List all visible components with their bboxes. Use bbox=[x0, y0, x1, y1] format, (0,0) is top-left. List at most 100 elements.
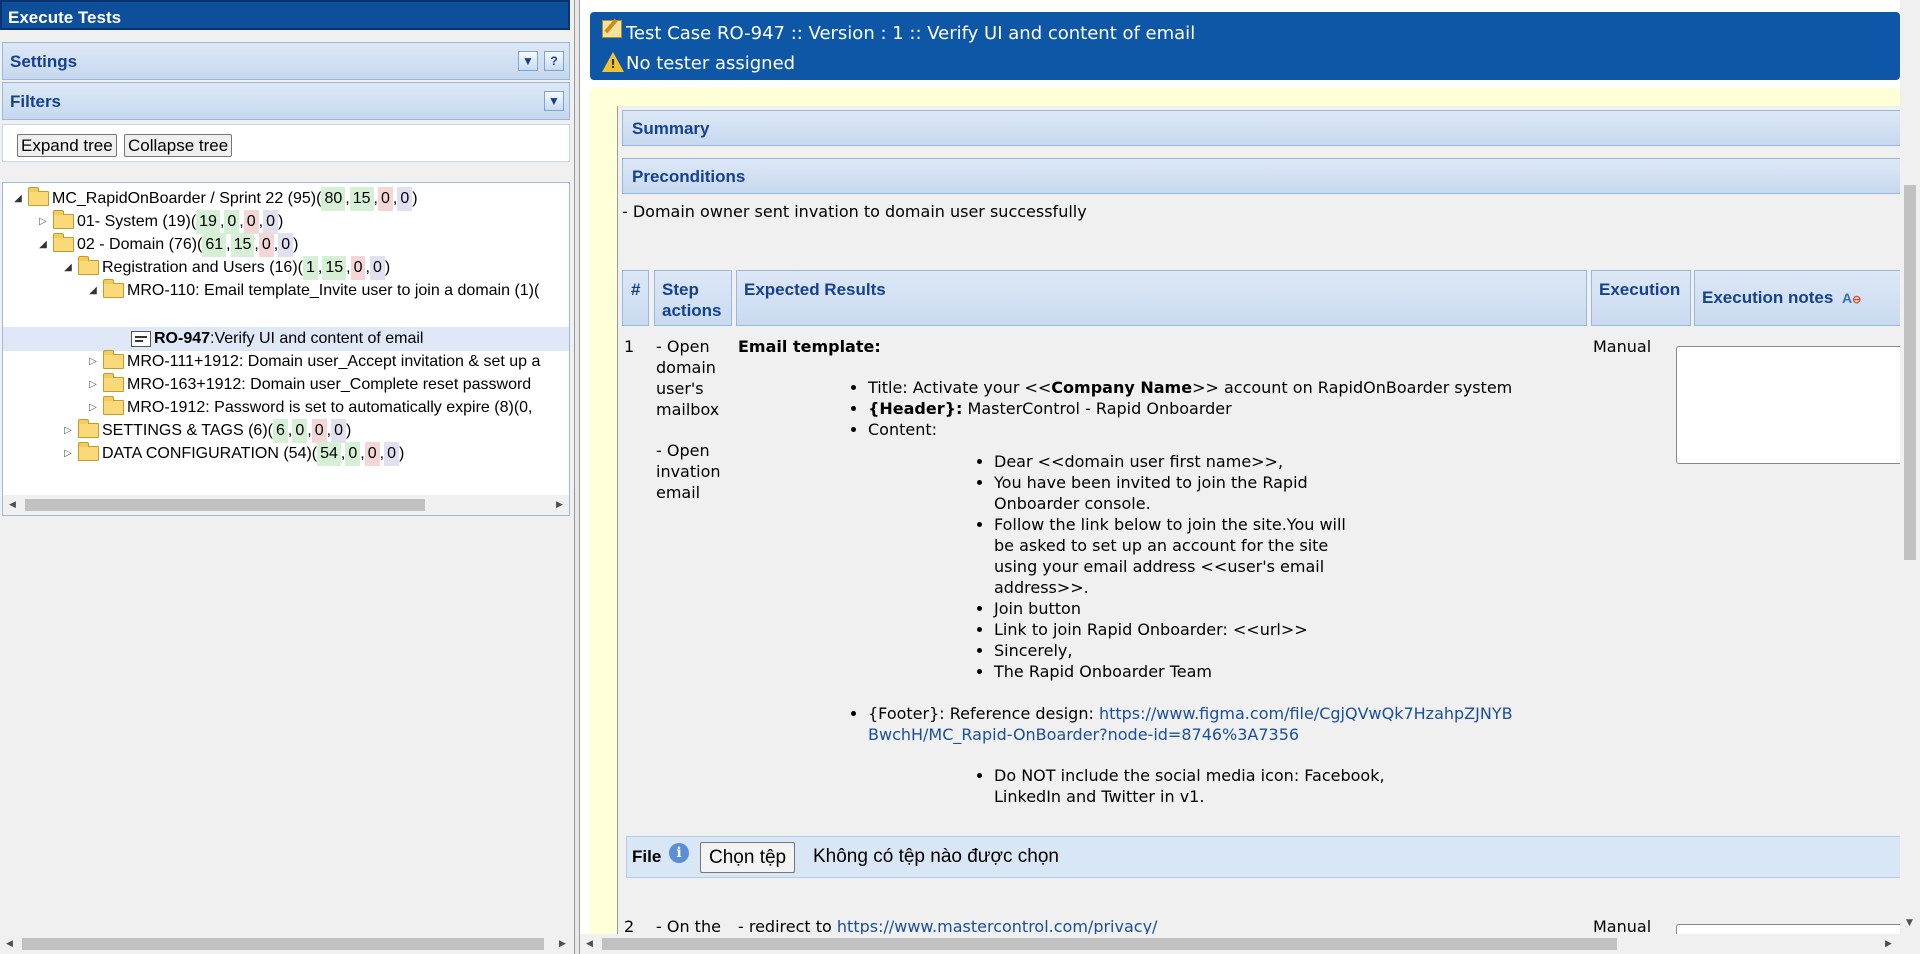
left-pane-horizontal-scrollbar[interactable]: ◀ ▶ bbox=[0, 934, 574, 954]
scroll-right-icon[interactable]: ▶ bbox=[1885, 939, 1892, 949]
folder-icon bbox=[103, 278, 124, 298]
scrollbar-thumb[interactable] bbox=[25, 499, 425, 511]
collapsed-toggle-icon[interactable]: ▷ bbox=[61, 442, 75, 466]
content-item: The Rapid Onboarder Team bbox=[994, 661, 1354, 682]
node-label: MRO-1912: Password is set to automatical… bbox=[127, 399, 533, 417]
count-blocked: 0 bbox=[263, 210, 279, 235]
count-blocked: 0 bbox=[384, 442, 399, 467]
tree-node-mro-110[interactable]: ◢ MRO-110: Email template_Invite user to … bbox=[86, 278, 540, 303]
tree-node-settings-tags[interactable]: ▷ SETTINGS & TAGS (6)(6, 0, 0, 0) bbox=[61, 418, 351, 444]
social-note: Do NOT include the social media icon: Fa… bbox=[994, 765, 1414, 807]
scroll-right-icon[interactable]: ▶ bbox=[559, 939, 566, 949]
count-blocked: 0 bbox=[278, 233, 294, 258]
count-notrun: 0 bbox=[224, 210, 240, 235]
warning-mark-icon: ! bbox=[610, 57, 616, 71]
chevron-down-icon[interactable]: ▼ bbox=[518, 51, 538, 71]
action-open-email: - Open invation email bbox=[656, 441, 721, 502]
file-label: File bbox=[632, 847, 662, 866]
choose-file-button[interactable]: Chọn tệp bbox=[700, 842, 796, 873]
precondition-text: - Domain owner sent invation to domain u… bbox=[622, 202, 1087, 221]
tree-node-mro-163[interactable]: ▷ MRO-163+1912: Domain user_Complete rese… bbox=[86, 372, 532, 397]
count-blocked: 0 bbox=[397, 187, 413, 212]
folder-icon bbox=[78, 441, 99, 461]
folder-icon bbox=[28, 186, 49, 206]
chevron-down-icon[interactable]: ▼ bbox=[544, 91, 564, 111]
summary-section[interactable]: Summary bbox=[622, 110, 1912, 146]
tree-node-root[interactable]: ◢ MC_RapidOnBoarder / Sprint 22 (95)(80, 1… bbox=[11, 186, 418, 212]
tree-node-mro-1912[interactable]: ▷ MRO-1912: Password is set to automatica… bbox=[86, 395, 533, 420]
expand-toggle-icon[interactable]: ◢ bbox=[36, 233, 50, 257]
scroll-left-icon[interactable]: ◀ bbox=[9, 499, 16, 510]
expand-tree-button[interactable]: Expand tree bbox=[17, 134, 117, 157]
node-label: 02 - Domain (76)( bbox=[77, 236, 203, 254]
tree-node-ro-947[interactable]: RO-947:Verify UI and content of email bbox=[131, 327, 423, 351]
col-execution-header: Execution bbox=[1591, 270, 1691, 326]
filters-accordion[interactable]: Filters ▼ bbox=[2, 82, 570, 120]
expand-toggle-icon[interactable]: ◢ bbox=[61, 256, 75, 280]
count-blocked: 0 bbox=[331, 419, 346, 444]
collapsed-toggle-icon[interactable]: ▷ bbox=[86, 396, 100, 420]
test-case-header: Test Case RO-947 :: Version : 1 :: Verif… bbox=[590, 12, 1900, 80]
scroll-down-icon[interactable]: ▼ bbox=[1906, 918, 1913, 928]
scrollbar-thumb[interactable] bbox=[22, 938, 544, 950]
footer-field: {Footer}: Reference design: https://www.… bbox=[868, 703, 1518, 745]
expand-toggle-icon[interactable]: ◢ bbox=[86, 279, 100, 303]
help-icon[interactable]: ? bbox=[544, 51, 564, 71]
tester-status: No tester assigned bbox=[626, 53, 796, 74]
settings-accordion[interactable]: Settings ▼ ? bbox=[2, 42, 570, 80]
content-items: Dear <<domain user first name>>, You hav… bbox=[974, 451, 1354, 682]
scrollbar-thumb[interactable] bbox=[602, 938, 1617, 950]
tree-node-domain[interactable]: ◢ 02 - Domain (76)(61, 15, 0, 0) bbox=[36, 232, 298, 258]
count-notrun: 0 bbox=[292, 419, 308, 444]
info-icon[interactable]: i bbox=[669, 843, 689, 863]
step-number: 1 bbox=[624, 337, 635, 356]
collapsed-toggle-icon[interactable]: ▷ bbox=[61, 419, 75, 443]
count-passed: 61 bbox=[202, 233, 227, 258]
social-note-list: Do NOT include the social media icon: Fa… bbox=[974, 765, 1414, 807]
count-notrun: 15 bbox=[322, 256, 347, 281]
node-label: MRO-111+1912: Domain user_Accept invitat… bbox=[127, 353, 541, 371]
collapsed-toggle-icon[interactable]: ▷ bbox=[86, 373, 100, 397]
tree-node-system[interactable]: ▷ 01- System (19)(19, 0, 0, 0) bbox=[36, 209, 283, 235]
col-number-header: # bbox=[622, 270, 649, 326]
tree-node-registration[interactable]: ◢ Registration and Users (16)(1, 15, 0, 0) bbox=[61, 255, 390, 281]
count-notrun: 15 bbox=[349, 187, 374, 212]
folder-icon bbox=[103, 395, 124, 415]
count-failed: 0 bbox=[364, 442, 380, 467]
collapsed-toggle-icon[interactable]: ▷ bbox=[86, 350, 100, 374]
right-pane-vertical-scrollbar[interactable]: ▼ bbox=[1900, 0, 1920, 954]
right-pane-horizontal-scrollbar[interactable]: ◀ ▶ bbox=[580, 934, 1900, 954]
preconditions-section[interactable]: Preconditions bbox=[622, 158, 1912, 194]
tree-node-mro-111[interactable]: ▷ MRO-111+1912: Domain user_Accept invita… bbox=[86, 349, 541, 374]
collapsed-toggle-icon[interactable]: ▷ bbox=[36, 210, 50, 234]
expand-toggle-icon[interactable]: ◢ bbox=[11, 187, 25, 211]
folder-icon bbox=[53, 209, 74, 229]
file-upload-row: File i Chọn tệp Không có tệp nào được ch… bbox=[626, 836, 1916, 878]
step-actions: - Open domain user's mailbox - Open inva… bbox=[656, 336, 732, 503]
node-label: 01- System (19)( bbox=[77, 213, 197, 231]
folder-icon bbox=[53, 232, 74, 252]
test-tree: ◢ MC_RapidOnBoarder / Sprint 22 (95)(80, 1… bbox=[2, 182, 570, 516]
action-open-mailbox: - Open domain user's mailbox bbox=[656, 337, 720, 419]
scroll-right-icon[interactable]: ▶ bbox=[556, 499, 563, 510]
node-label: MRO-110: Email template_Invite user to j… bbox=[127, 282, 540, 300]
node-label: MRO-163+1912: Domain user_Complete reset… bbox=[127, 376, 532, 394]
node-label: :Verify UI and content of email bbox=[210, 330, 424, 347]
folder-icon bbox=[78, 255, 99, 275]
tree-node-data-config[interactable]: ▷ DATA CONFIGURATION (54)(54, 0, 0, 0) bbox=[61, 441, 404, 467]
count-failed: 0 bbox=[311, 419, 327, 444]
count-passed: 54 bbox=[317, 442, 341, 467]
count-notrun: 0 bbox=[345, 442, 361, 467]
collapse-tree-button[interactable]: Collapse tree bbox=[124, 134, 233, 157]
clear-notes-icon[interactable]: A⊖ bbox=[1842, 288, 1861, 311]
node-label: MC_RapidOnBoarder / Sprint 22 (95)( bbox=[52, 190, 322, 208]
scrollbar-thumb[interactable] bbox=[1904, 185, 1916, 560]
node-label: Registration and Users (16)( bbox=[102, 259, 303, 277]
settings-label: Settings bbox=[10, 52, 78, 71]
count-failed: 0 bbox=[377, 187, 393, 212]
scroll-left-icon[interactable]: ◀ bbox=[6, 939, 13, 949]
tree-horizontal-scrollbar[interactable]: ◀ ▶ bbox=[3, 495, 569, 515]
count-failed: 0 bbox=[258, 233, 274, 258]
scroll-left-icon[interactable]: ◀ bbox=[586, 939, 593, 949]
execution-notes-textarea[interactable] bbox=[1676, 346, 1916, 464]
